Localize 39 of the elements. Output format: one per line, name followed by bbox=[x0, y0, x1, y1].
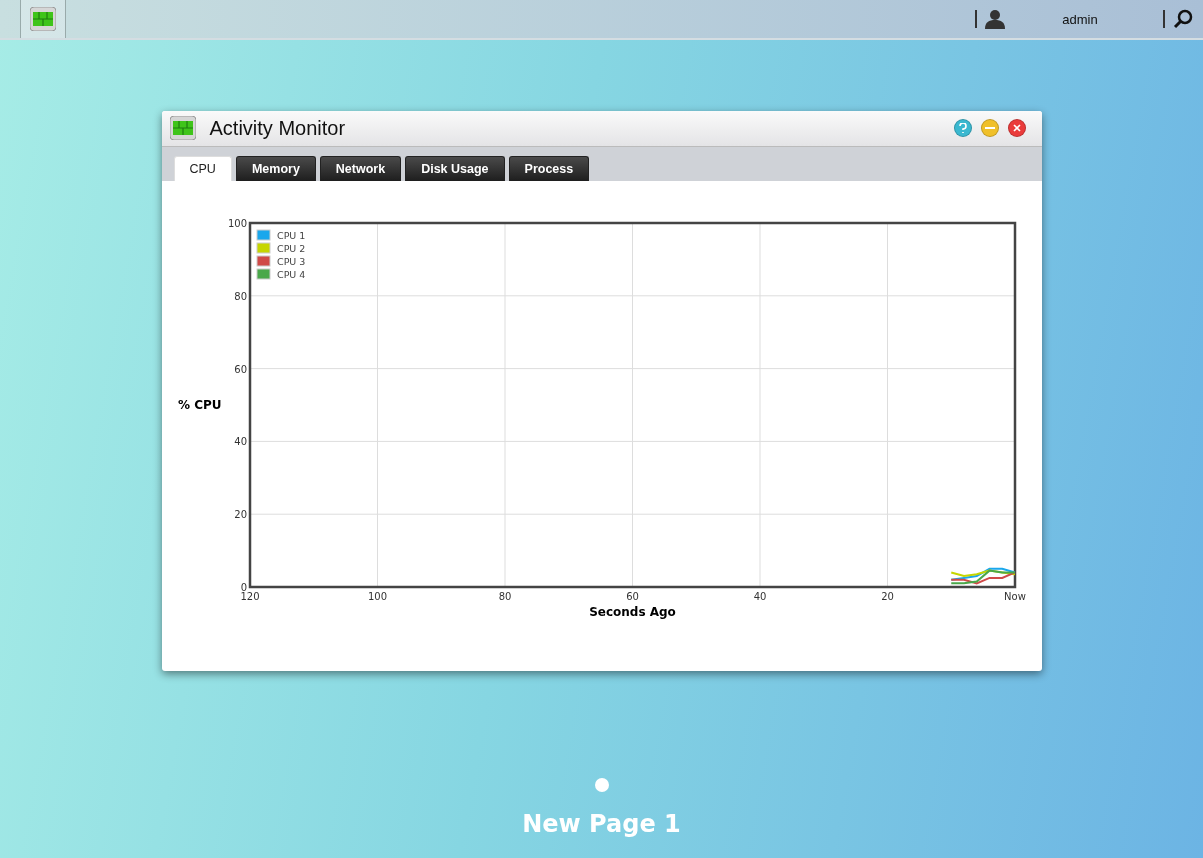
tab[interactable]: Process bbox=[508, 156, 590, 181]
legend-label: CPU 1 bbox=[276, 230, 305, 241]
help-button[interactable] bbox=[953, 119, 972, 138]
x-tick-label: 120 bbox=[239, 591, 260, 602]
close-button[interactable] bbox=[1007, 119, 1026, 138]
legend-label: CPU 2 bbox=[276, 243, 305, 254]
app-brick-icon bbox=[30, 7, 56, 31]
user-name[interactable]: admin bbox=[1005, 11, 1155, 27]
x-axis-title: Seconds Ago bbox=[588, 605, 676, 619]
y-tick-label: 60 bbox=[233, 363, 247, 375]
y-tick-label: 40 bbox=[233, 436, 247, 448]
legend-label: CPU 4 bbox=[276, 269, 305, 280]
window-title: Activity Monitor bbox=[209, 117, 347, 140]
user-icon bbox=[985, 9, 1005, 29]
app-brick-icon bbox=[169, 116, 196, 141]
legend-label: CPU 3 bbox=[276, 256, 305, 267]
x-tick-label: 60 bbox=[625, 591, 639, 602]
tab[interactable]: CPU bbox=[173, 156, 232, 181]
x-tick-label: 80 bbox=[498, 591, 511, 602]
x-tick-label: Now bbox=[1003, 591, 1026, 602]
tab[interactable]: Network bbox=[319, 156, 402, 181]
page-indicator-dot[interactable] bbox=[594, 778, 609, 792]
app-menu-button[interactable] bbox=[20, 0, 66, 38]
close-icon bbox=[1012, 124, 1021, 133]
y-tick-label: 0 bbox=[240, 582, 247, 593]
y-tick-label: 20 bbox=[233, 509, 247, 521]
x-tick-label: 40 bbox=[753, 591, 766, 602]
question-mark-icon bbox=[958, 123, 967, 134]
tab[interactable]: Disk Usage bbox=[405, 156, 505, 181]
y-tick-label: 100 bbox=[227, 218, 247, 229]
minimize-button[interactable] bbox=[980, 119, 999, 138]
page-label: New Page 1 bbox=[522, 810, 681, 838]
y-axis-title: % CPU bbox=[177, 398, 222, 412]
minus-icon bbox=[984, 127, 995, 130]
tab[interactable]: Memory bbox=[235, 156, 316, 181]
y-tick-label: 80 bbox=[233, 290, 247, 302]
x-tick-label: 100 bbox=[367, 591, 387, 602]
x-tick-label: 20 bbox=[880, 591, 894, 602]
search-button[interactable] bbox=[1173, 9, 1193, 29]
